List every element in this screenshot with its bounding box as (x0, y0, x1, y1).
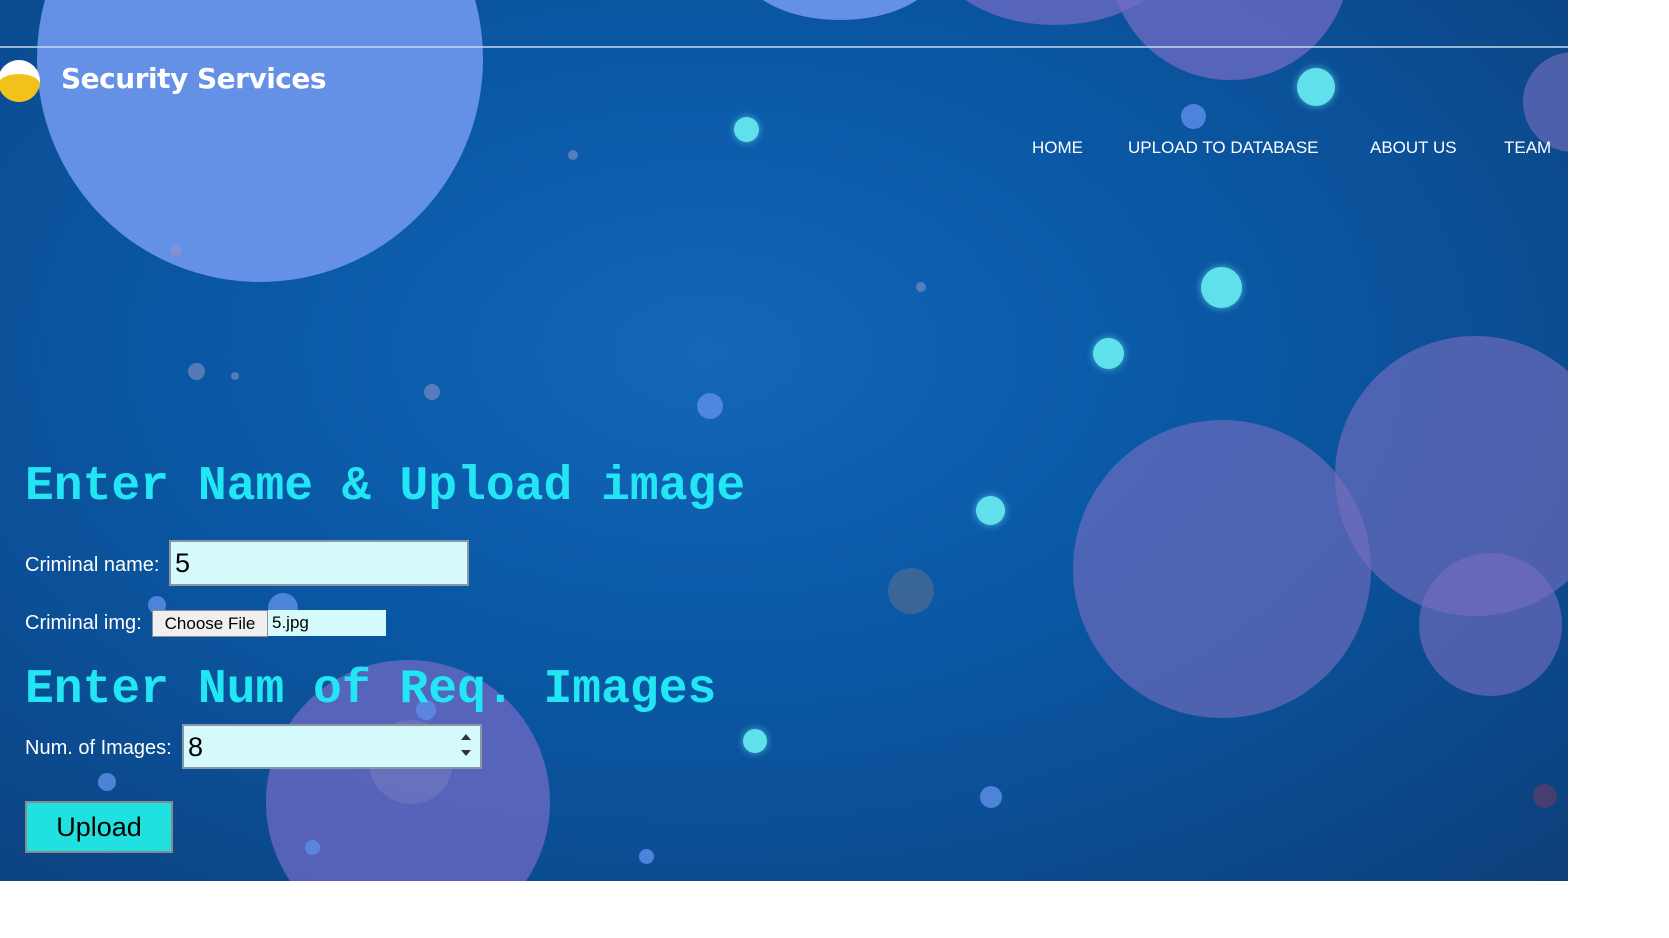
page-background: Security Services HOME UPLOAD TO DATABAS… (0, 0, 1568, 881)
decorative-dot (980, 786, 1002, 808)
page-margin-bottom (0, 881, 1568, 938)
stepper-up-icon[interactable] (461, 734, 471, 740)
decorative-dot (98, 773, 116, 791)
chosen-file-name: 5.jpg (268, 610, 386, 636)
decorative-dot (231, 372, 239, 380)
num-images-input[interactable]: 8 (182, 724, 482, 769)
decorative-dot (1533, 784, 1557, 808)
upload-button[interactable]: Upload (25, 801, 173, 853)
decorative-dot (1201, 267, 1242, 308)
decorative-dot (568, 150, 578, 160)
upload-heading: Enter Name & Upload image (25, 460, 746, 514)
decorative-bubble (740, 0, 940, 20)
decorative-bubble (1523, 52, 1568, 152)
nav-about-us[interactable]: ABOUT US (1370, 138, 1457, 158)
decorative-dot (170, 244, 182, 256)
decorative-dot (916, 282, 926, 292)
logo-icon (0, 60, 40, 102)
criminal-name-input[interactable]: 5 (169, 540, 469, 586)
decorative-dot (697, 393, 723, 419)
brand-name: Security Services (61, 62, 327, 95)
decorative-dot (1093, 338, 1124, 369)
decorative-dot (734, 117, 759, 142)
choose-file-button[interactable]: Choose File (152, 610, 268, 637)
decorative-bubble (37, 0, 483, 282)
decorative-dot (743, 729, 767, 753)
nav-team[interactable]: TEAM (1504, 138, 1551, 158)
decorative-dot (639, 849, 654, 864)
decorative-dot (1181, 104, 1206, 129)
num-images-label: Num. of Images: (25, 737, 172, 759)
top-divider (0, 46, 1568, 48)
stepper-down-icon[interactable] (461, 750, 471, 756)
decorative-dot (305, 840, 320, 855)
criminal-img-label: Criminal img: (25, 612, 142, 634)
nav-upload-to-database[interactable]: UPLOAD TO DATABASE (1128, 138, 1319, 158)
decorative-dot (424, 384, 440, 400)
decorative-dot (976, 496, 1005, 525)
criminal-name-label: Criminal name: (25, 554, 160, 576)
decorative-bubble (1073, 420, 1371, 718)
decorative-dot (1297, 68, 1335, 106)
decorative-dot (188, 363, 205, 380)
page-margin-right (1568, 0, 1669, 938)
nav-home[interactable]: HOME (1032, 138, 1083, 158)
num-images-heading: Enter Num of Req. Images (25, 663, 717, 717)
num-images-stepper[interactable] (457, 729, 477, 765)
decorative-dot (888, 568, 934, 614)
decorative-bubble (1419, 553, 1562, 696)
